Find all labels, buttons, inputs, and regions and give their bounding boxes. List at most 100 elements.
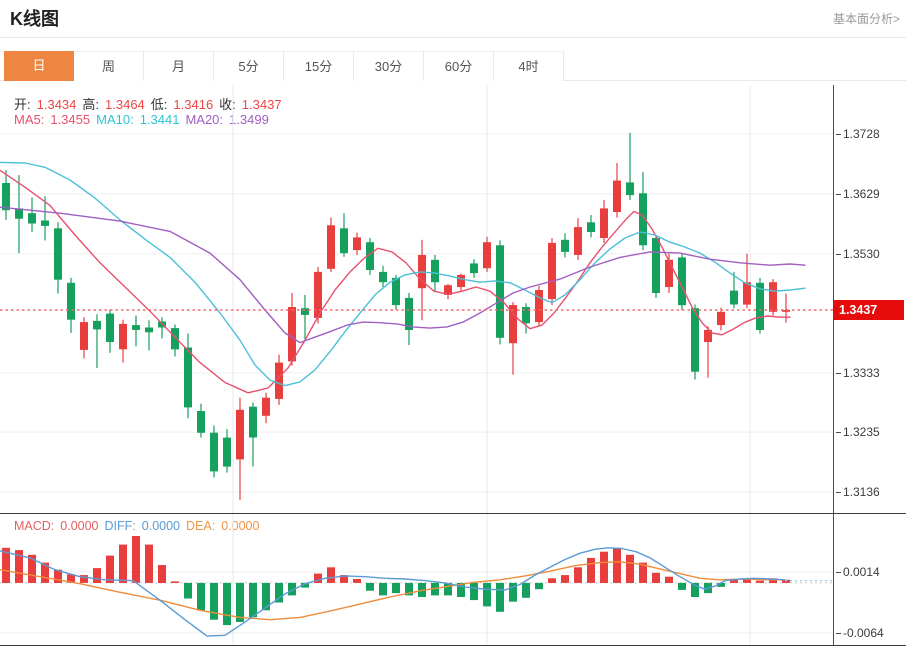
macd-bar (652, 573, 660, 583)
candle-body (197, 411, 205, 433)
candle-body (717, 312, 725, 325)
candle-body (145, 328, 153, 333)
interval-tabbar: 日周月5分15分30分60分4时 (0, 51, 906, 81)
axis-tick (836, 633, 841, 634)
price-axis-line (833, 85, 834, 645)
candle-body (548, 243, 556, 299)
candle-body (496, 245, 504, 337)
tab-interval-月[interactable]: 月 (144, 51, 214, 81)
macd-bar (483, 583, 491, 607)
macd-bar (535, 583, 543, 589)
macd-bar (600, 552, 608, 583)
tab-interval-日[interactable]: 日 (4, 51, 74, 81)
kline-widget: K线图 基本面分析> 日周月5分15分30分60分4时 开:1.3434高:1.… (0, 0, 906, 647)
tab-interval-15分[interactable]: 15分 (284, 51, 354, 81)
candle-body (574, 227, 582, 255)
macd-bar (392, 583, 400, 593)
candle-body (431, 260, 439, 282)
macd-bar (93, 568, 101, 583)
macd-bar (379, 583, 387, 596)
candle-body (2, 183, 10, 210)
candle-body (392, 278, 400, 305)
candle-body (184, 348, 192, 408)
macd-bar (197, 583, 205, 610)
tab-interval-4时[interactable]: 4时 (494, 51, 564, 81)
tab-interval-60分[interactable]: 60分 (424, 51, 494, 81)
candle-body (171, 328, 179, 349)
candle-body (353, 237, 361, 250)
candle-body (587, 222, 595, 232)
candle-body (626, 182, 634, 195)
current-price-badge: 1.3437 (834, 300, 904, 320)
macd-bar (470, 583, 478, 600)
macd-bar (561, 575, 569, 583)
candlestick-chart[interactable] (0, 85, 834, 514)
candle-body (613, 181, 621, 212)
candle-body (54, 228, 62, 279)
candle-body (743, 282, 751, 304)
macd-bar (262, 583, 270, 610)
candle-body (236, 410, 244, 460)
macd-bar (756, 581, 764, 583)
macd-bar (444, 583, 452, 596)
candle-body (41, 221, 49, 226)
chart-bottom-border (0, 645, 906, 646)
candle-body (665, 260, 673, 287)
axis-tick (836, 254, 841, 255)
macd-bar (210, 583, 218, 620)
candle-body (483, 242, 491, 268)
macd-bar (223, 583, 231, 625)
candle-body (119, 324, 127, 349)
candle-body (379, 272, 387, 282)
tab-interval-30分[interactable]: 30分 (354, 51, 424, 81)
macd-bar (496, 583, 504, 612)
price-axis-label: 1.3728 (836, 127, 880, 141)
price-axis-label: 1.3333 (836, 366, 880, 380)
macd-bar (353, 579, 361, 583)
macd-bar (158, 565, 166, 583)
candle-body (470, 263, 478, 273)
candle-body (80, 322, 88, 350)
macd-bar (249, 583, 257, 617)
price-axis-label: 1.3530 (836, 247, 880, 261)
candle-body (262, 398, 270, 416)
macd-bar (366, 583, 374, 591)
page-title: K线图 (10, 5, 59, 31)
price-axis-label: 1.3235 (836, 425, 880, 439)
candle-body (210, 433, 218, 472)
macd-chart[interactable] (0, 514, 834, 645)
tab-interval-周[interactable]: 周 (74, 51, 144, 81)
macd-bar (327, 567, 335, 583)
macd-axis-label: -0.0064 (836, 626, 884, 640)
candle-body (340, 228, 348, 253)
candle-body (457, 275, 465, 287)
axis-tick (836, 134, 841, 135)
price-axis-label: 1.3136 (836, 485, 880, 499)
candlestick-layer (2, 133, 790, 500)
macd-bar (574, 567, 582, 583)
candle-body (223, 438, 231, 467)
macd-bar (119, 545, 127, 583)
candle-body (132, 325, 140, 330)
macd-bar (171, 581, 179, 583)
macd-bar (145, 545, 153, 583)
candle-body (93, 321, 101, 330)
axis-tick (836, 492, 841, 493)
candle-body (301, 308, 309, 315)
candle-body (67, 283, 75, 320)
candle-body (561, 240, 569, 252)
candle-body (691, 308, 699, 372)
candle-body (730, 291, 738, 305)
candle-body (106, 314, 114, 342)
candle-body (249, 407, 257, 438)
grid-layer (0, 85, 833, 514)
axis-tick (836, 194, 841, 195)
axis-tick (836, 432, 841, 433)
price-axis-label: 1.3629 (836, 187, 880, 201)
candle-body (600, 208, 608, 238)
fundamental-analysis-link[interactable]: 基本面分析> (833, 10, 900, 27)
macd-bar (587, 558, 595, 583)
macd-bar (665, 577, 673, 583)
header-divider (0, 37, 906, 38)
tab-interval-5分[interactable]: 5分 (214, 51, 284, 81)
